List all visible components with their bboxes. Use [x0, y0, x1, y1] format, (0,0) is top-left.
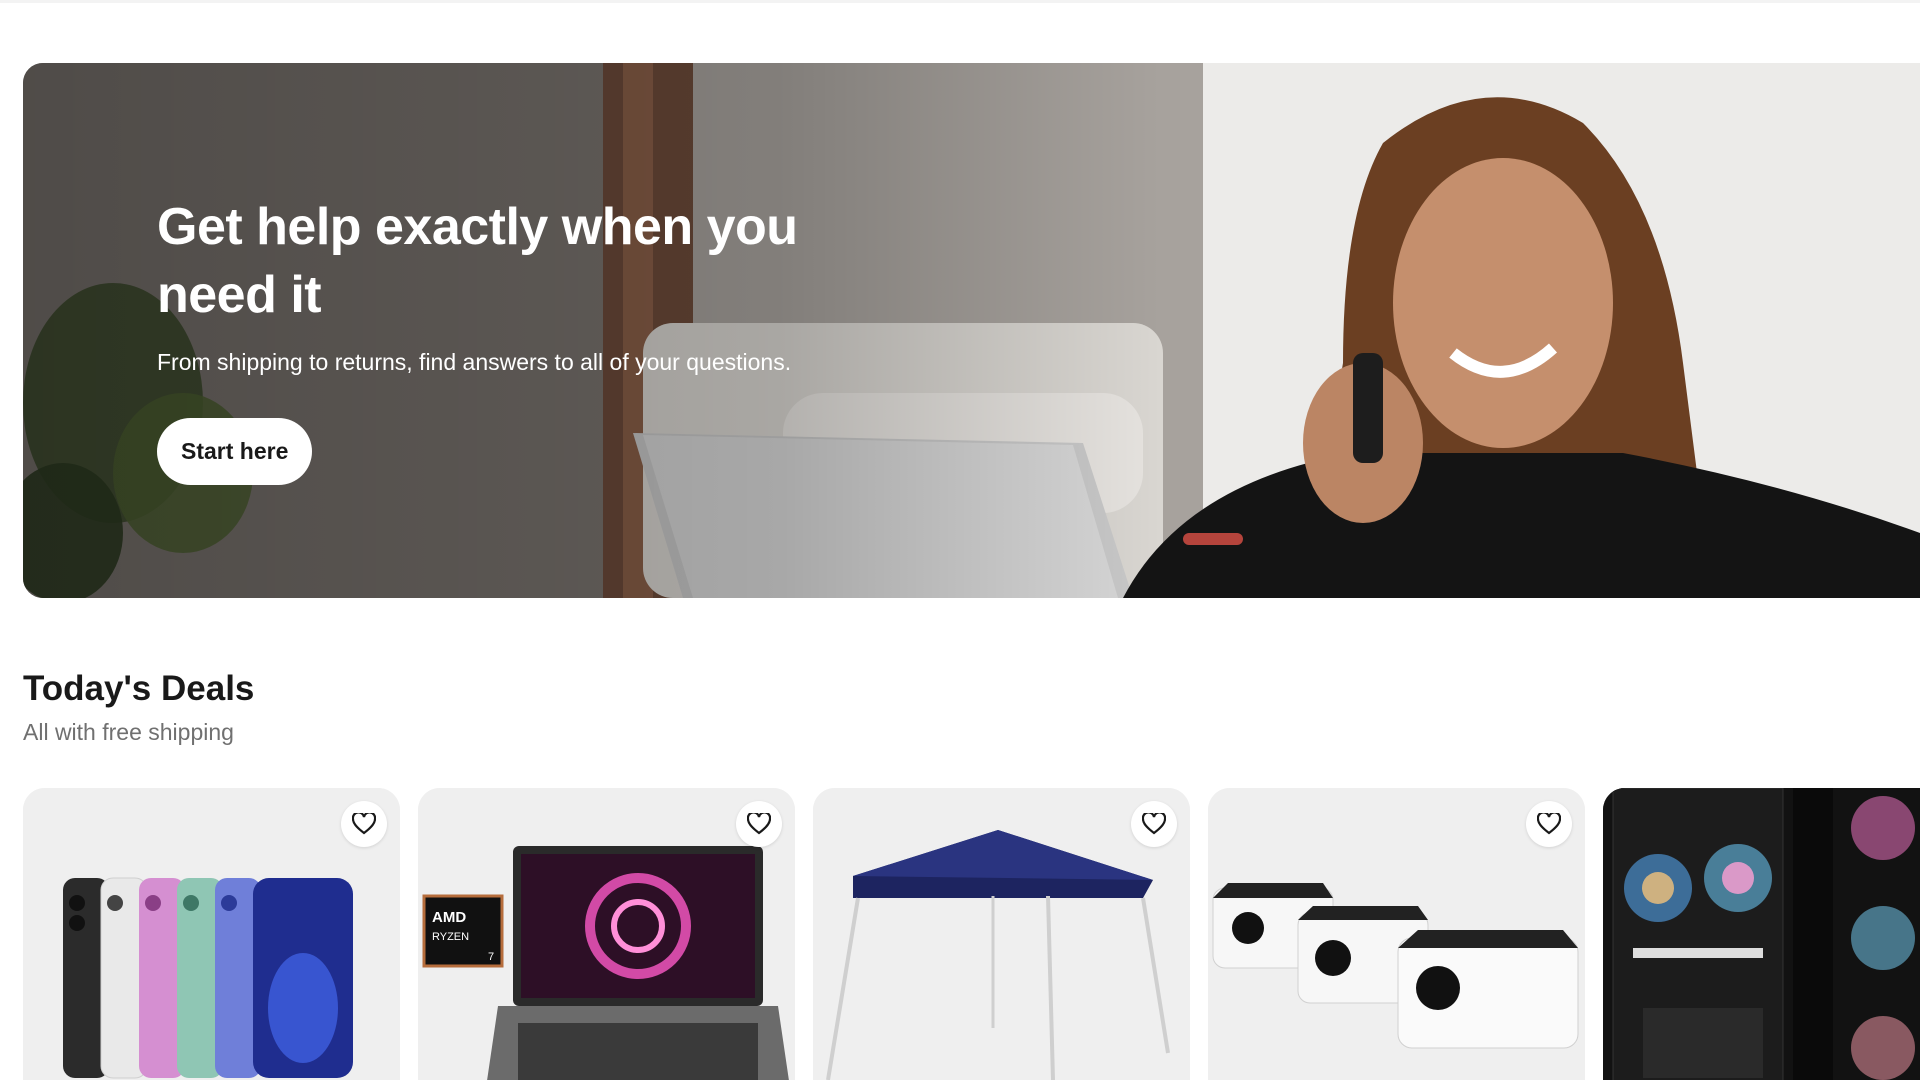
amd-badge-line1: AMD	[432, 909, 466, 926]
deal-card-gaming-pc[interactable]	[1603, 788, 1920, 1080]
hero-subtitle: From shipping to returns, find answers t…	[157, 349, 792, 375]
deal-card-cameras[interactable]	[1208, 788, 1585, 1080]
hero-title: Get help exactly when you need it	[157, 198, 798, 324]
deal-card-laptop[interactable]: AMD RYZEN 7	[418, 788, 795, 1080]
deals-carousel: AMD RYZEN 7	[23, 788, 1920, 1080]
heart-icon[interactable]	[1526, 801, 1572, 847]
amd-badge-line3: 7	[488, 951, 494, 963]
start-here-button[interactable]: Start here	[157, 418, 313, 485]
heart-icon[interactable]	[341, 801, 387, 847]
deals-title: Today's Deals	[23, 669, 255, 708]
heart-icon[interactable]	[736, 801, 782, 847]
product-image-gaming-pc	[1603, 788, 1920, 1080]
heart-icon[interactable]	[1131, 801, 1177, 847]
deal-card-canopy[interactable]	[813, 788, 1190, 1080]
amd-badge-line2: RYZEN	[432, 931, 469, 943]
deals-subtitle: All with free shipping	[23, 719, 234, 745]
hero-overlay	[23, 63, 1920, 598]
help-hero-banner: Get help exactly when you need it From s…	[23, 63, 1920, 598]
deal-card-iphone[interactable]	[23, 788, 400, 1080]
top-border	[0, 0, 1920, 3]
